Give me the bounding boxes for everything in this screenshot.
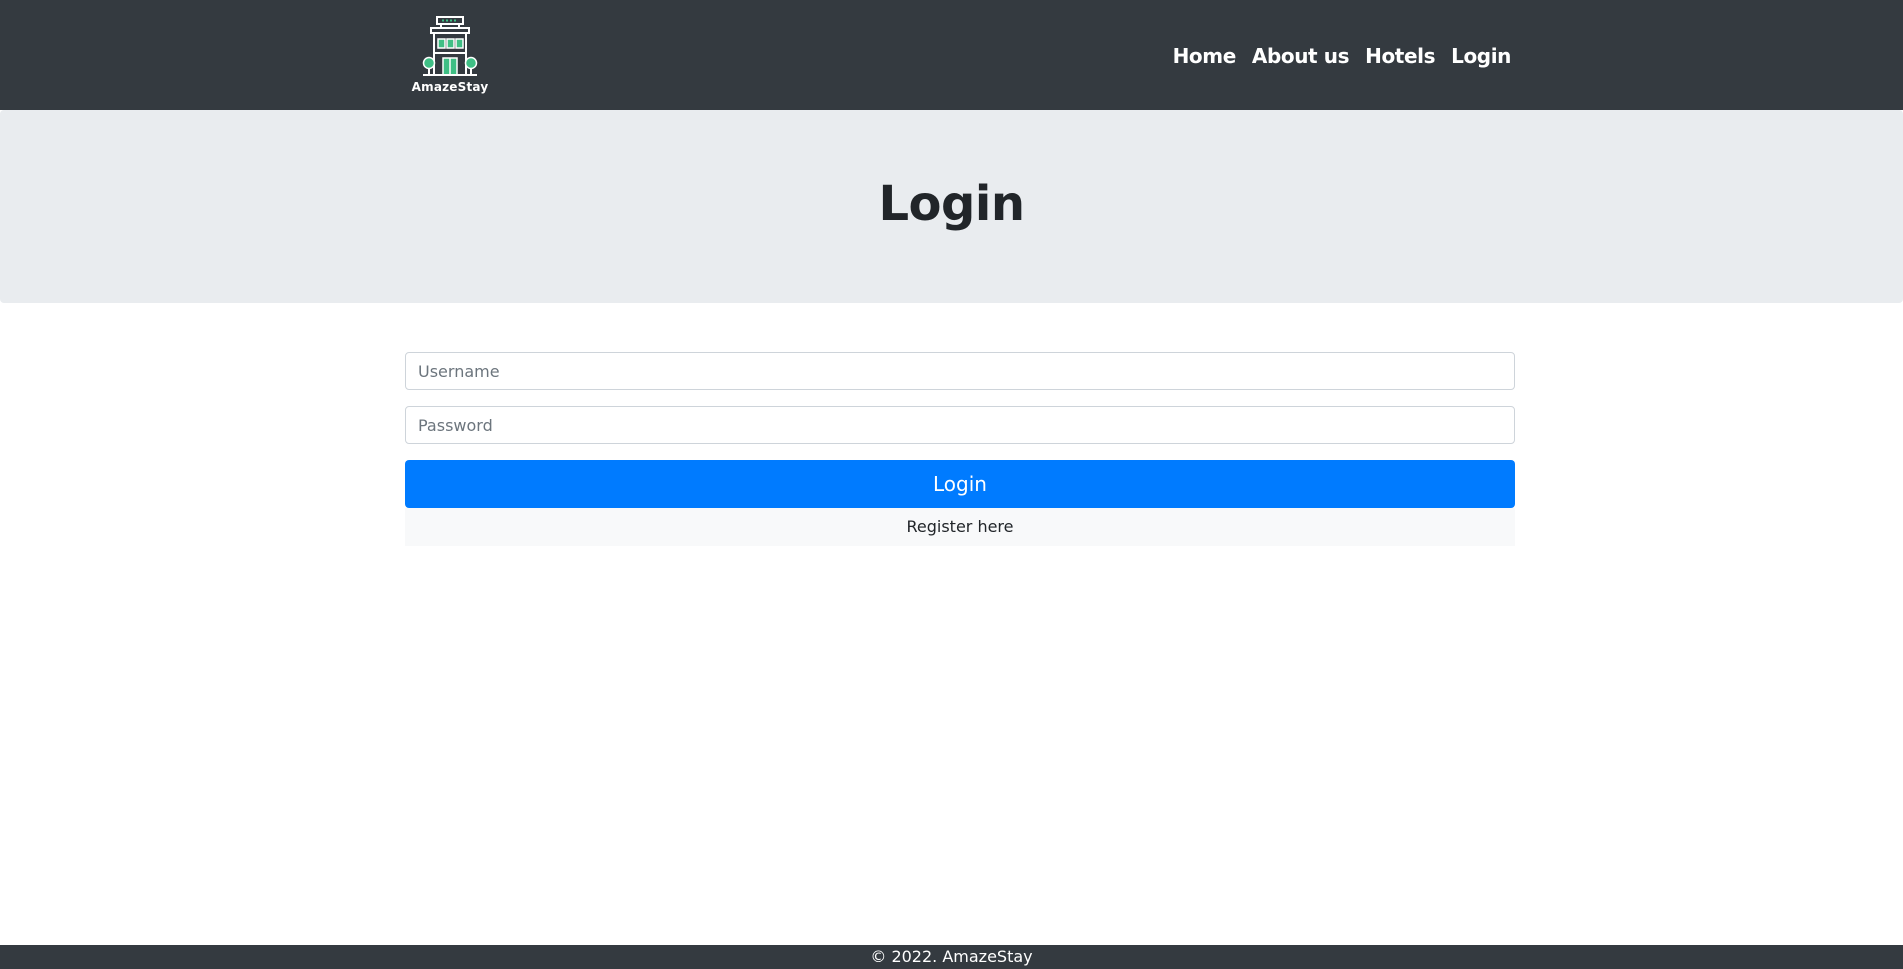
hotel-building-icon [422, 16, 478, 76]
main-nav: Home About us Hotels Login [1173, 40, 1512, 72]
copyright-text: © 2022. AmazeStay [870, 947, 1033, 966]
nav-home[interactable]: Home [1173, 40, 1237, 72]
footer: © 2022. AmazeStay [0, 945, 1903, 969]
nav-hotels[interactable]: Hotels [1365, 40, 1435, 72]
login-form: Login Register here [405, 352, 1515, 546]
brand-logo-link[interactable]: AmazeStay [405, 12, 495, 98]
password-input[interactable] [405, 406, 1515, 444]
login-button[interactable]: Login [405, 460, 1515, 508]
nav-about-us[interactable]: About us [1252, 40, 1350, 72]
hero-banner: Login [0, 110, 1903, 303]
brand-name: AmazeStay [411, 80, 489, 94]
register-link[interactable]: Register here [405, 508, 1515, 546]
page-title: Login [878, 176, 1025, 232]
nav-login[interactable]: Login [1451, 40, 1511, 72]
username-input[interactable] [405, 352, 1515, 390]
navbar: AmazeStay Home About us Hotels Login [0, 0, 1903, 110]
